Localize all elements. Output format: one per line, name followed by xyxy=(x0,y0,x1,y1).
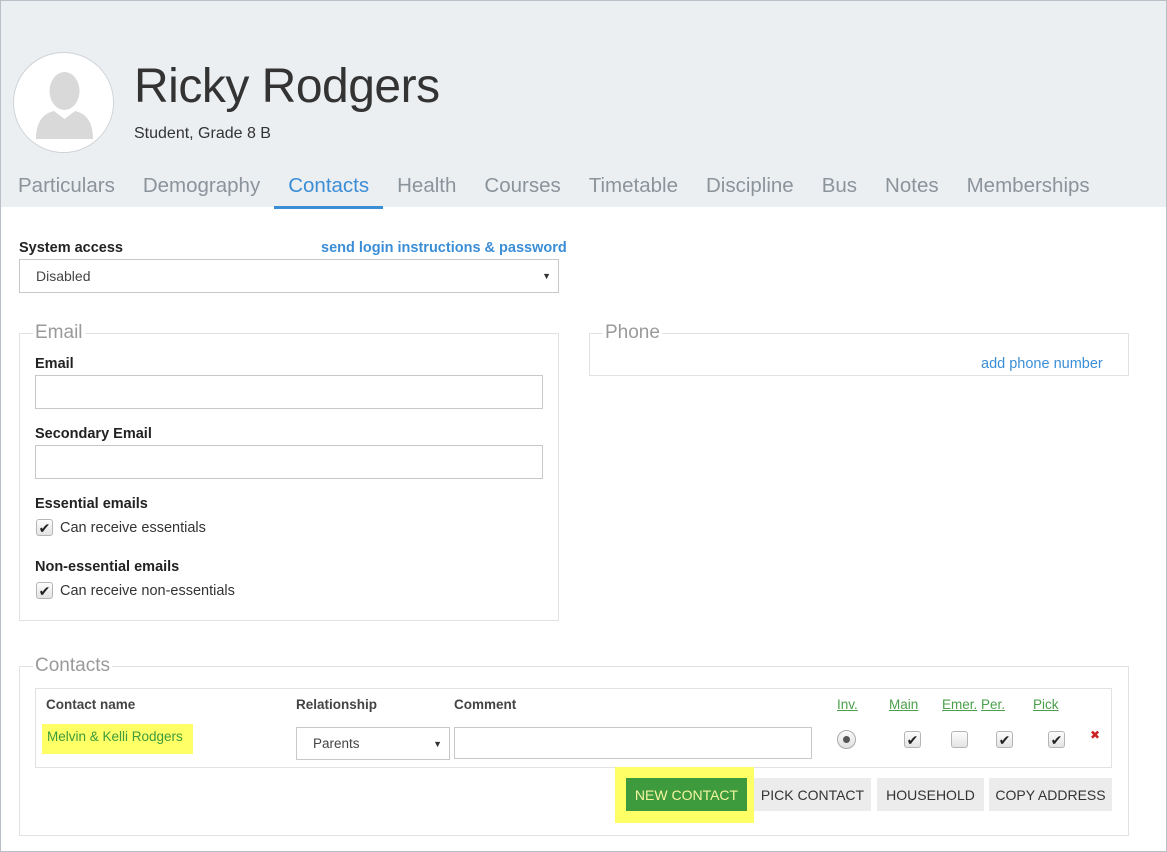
person-silhouette-icon xyxy=(14,53,113,152)
nonessentials-checkbox[interactable]: ✔ xyxy=(36,582,53,599)
secondary-email-label: Secondary Email xyxy=(35,426,152,442)
phone-panel-legend: Phone xyxy=(603,322,662,344)
copy-address-button[interactable]: COPY ADDRESS xyxy=(989,778,1112,811)
tab-demography[interactable]: Demography xyxy=(129,167,274,209)
contact-name-link[interactable]: Melvin & Kelli Rodgers xyxy=(47,729,183,744)
main-checkbox[interactable]: ✔ xyxy=(904,731,921,748)
send-login-instructions-link[interactable]: send login instructions & password xyxy=(321,240,567,256)
system-access-value: Disabled xyxy=(36,268,91,284)
system-access-select[interactable]: Disabled ▼ xyxy=(19,259,559,293)
caret-down-icon: ▼ xyxy=(542,271,551,281)
essentials-checkbox[interactable]: ✔ xyxy=(36,519,53,536)
tab-health[interactable]: Health xyxy=(383,167,470,209)
relationship-value: Parents xyxy=(313,736,360,751)
tab-contacts[interactable]: Contacts xyxy=(274,167,384,209)
tab-timetable[interactable]: Timetable xyxy=(575,167,692,209)
tab-notes[interactable]: Notes xyxy=(871,167,953,209)
profile-tabs: Particulars Demography Contacts Health C… xyxy=(4,167,1104,209)
essential-emails-label: Essential emails xyxy=(35,496,148,512)
email-panel-legend: Email xyxy=(33,322,85,344)
column-relationship: Relationship xyxy=(296,697,378,712)
column-per[interactable]: Per. xyxy=(981,697,1005,712)
student-subtitle: Student, Grade 8 B xyxy=(134,125,271,142)
emer-checkbox[interactable] xyxy=(951,731,968,748)
column-emer[interactable]: Emer. xyxy=(942,697,977,712)
avatar xyxy=(13,52,114,153)
essentials-checkbox-label: Can receive essentials xyxy=(60,520,206,536)
column-contact-name: Contact name xyxy=(46,697,136,712)
column-main[interactable]: Main xyxy=(889,697,918,712)
email-label: Email xyxy=(35,356,74,372)
tab-discipline[interactable]: Discipline xyxy=(692,167,808,209)
relationship-select[interactable]: Parents ▼ xyxy=(296,727,450,760)
caret-down-icon: ▼ xyxy=(433,738,442,749)
add-phone-number-link[interactable]: add phone number xyxy=(981,356,1103,372)
secondary-email-field[interactable] xyxy=(35,445,543,479)
student-name: Ricky Rodgers xyxy=(134,60,440,113)
tab-courses[interactable]: Courses xyxy=(470,167,574,209)
column-inv[interactable]: Inv. xyxy=(837,697,858,712)
profile-header: Ricky Rodgers Student, Grade 8 B Particu… xyxy=(1,1,1166,209)
email-field[interactable] xyxy=(35,375,543,409)
nonessential-emails-label: Non-essential emails xyxy=(35,559,180,575)
new-contact-button[interactable]: NEW CONTACT xyxy=(626,778,747,811)
column-comment: Comment xyxy=(454,697,517,712)
delete-contact-icon[interactable]: ✖ xyxy=(1090,728,1100,742)
tab-particulars[interactable]: Particulars xyxy=(4,167,129,209)
contacts-panel-legend: Contacts xyxy=(33,655,112,677)
tab-memberships[interactable]: Memberships xyxy=(953,167,1104,209)
tab-bus[interactable]: Bus xyxy=(808,167,871,209)
system-access-label: System access xyxy=(19,240,123,256)
table-row: Melvin & Kelli Rodgers Parents ▼ ✔ ✔ ✔ ✖ xyxy=(35,720,1112,768)
per-checkbox[interactable]: ✔ xyxy=(996,731,1013,748)
household-button[interactable]: HOUSEHOLD xyxy=(877,778,984,811)
column-pick[interactable]: Pick xyxy=(1033,697,1059,712)
pick-checkbox[interactable]: ✔ xyxy=(1048,731,1065,748)
contacts-table-header: Contact name Relationship Comment Inv. M… xyxy=(35,688,1112,721)
pick-contact-button[interactable]: PICK CONTACT xyxy=(754,778,871,811)
nonessentials-checkbox-label: Can receive non-essentials xyxy=(60,583,235,599)
inv-radio[interactable] xyxy=(837,730,856,749)
comment-field[interactable] xyxy=(454,727,812,759)
